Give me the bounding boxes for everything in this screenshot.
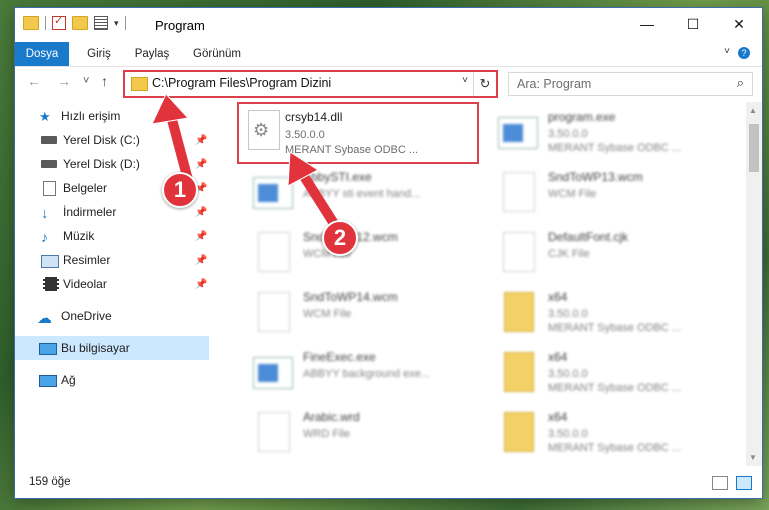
callout-1: 1: [162, 172, 198, 208]
arrow-1-head: [151, 93, 189, 125]
callout-2: 2: [322, 220, 358, 256]
arrow-1-shaft: [165, 107, 193, 185]
annotation-arrows: [151, 93, 343, 235]
